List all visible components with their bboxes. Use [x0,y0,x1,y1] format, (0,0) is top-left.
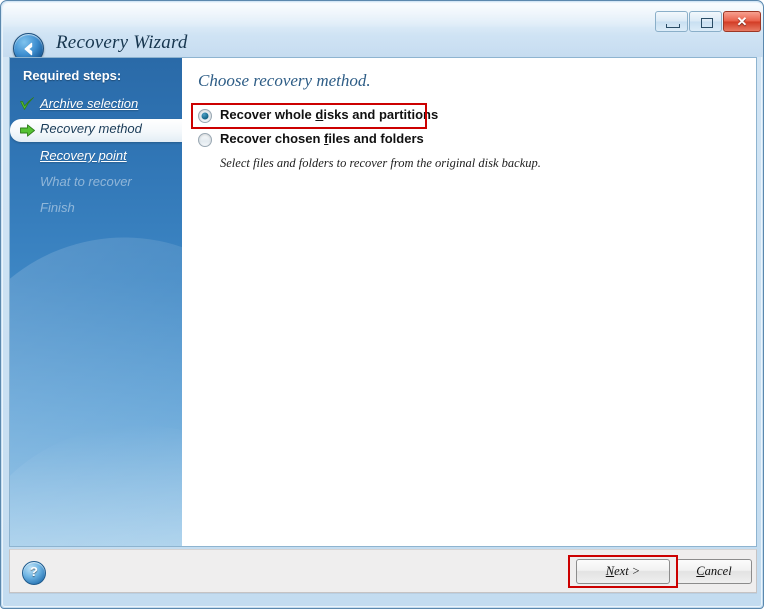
maximize-icon [701,18,713,28]
sidebar-item-what-to-recover: What to recover [10,172,182,194]
green-arrow-icon [20,124,35,137]
title-bar-gloss [3,3,763,27]
radio-label-whole-disks: Recover whole disks and partitions [220,107,439,122]
back-arrow-icon [24,42,32,55]
cancel-button[interactable]: Cancel [676,559,752,584]
radio-button-chosen-files[interactable] [198,133,212,147]
sidebar-item-label: Archive selection [40,96,139,111]
sidebar-item-archive-selection[interactable]: Archive selection [10,94,182,116]
help-question-icon[interactable]: ? [22,561,46,585]
sidebar-item-label: Recovery point [40,148,127,163]
main-panel: Choose recovery method. Recover whole di… [182,58,756,546]
close-icon: ✕ [736,14,748,29]
minimize-icon [666,24,680,28]
sidebar-item-label: Finish [40,200,75,215]
window-title: Recovery Wizard [56,32,188,53]
radio-label-chosen-files: Recover chosen files and folders [220,131,424,146]
minimize-button[interactable] [655,11,688,32]
sidebar-item-finish: Finish [10,198,182,220]
sidebar-heading: Required steps: [23,68,122,83]
radio-button-whole-disks[interactable] [198,109,212,123]
help-glyph: ? [30,564,38,579]
option-hint-text: Select files and folders to recover from… [220,156,541,170]
sidebar-swoosh-upper [10,203,182,546]
sidebar-item-recovery-point[interactable]: Recovery point [10,146,182,168]
next-button[interactable]: Next > [576,559,670,584]
sidebar-swoosh-lower [10,404,182,546]
steps-sidebar: Required steps: Archive selection Recove… [10,58,182,546]
maximize-button[interactable] [689,11,722,32]
page-title: Choose recovery method. [198,71,371,90]
content-area: Required steps: Archive selection Recove… [9,57,757,547]
sidebar-item-label: What to recover [40,174,132,189]
radio-selected-dot [201,112,209,120]
recovery-wizard-window: Recovery Wizard ✕ Required steps: Archiv… [0,0,764,609]
sidebar-item-recovery-method[interactable]: Recovery method [10,119,182,142]
close-button[interactable]: ✕ [723,11,761,32]
footer-separator [9,593,757,594]
sidebar-item-label: Recovery method [40,121,142,136]
green-check-icon [20,97,34,110]
title-bar: Recovery Wizard ✕ [3,3,763,64]
footer-bar: ? Next > Cancel [9,549,757,593]
